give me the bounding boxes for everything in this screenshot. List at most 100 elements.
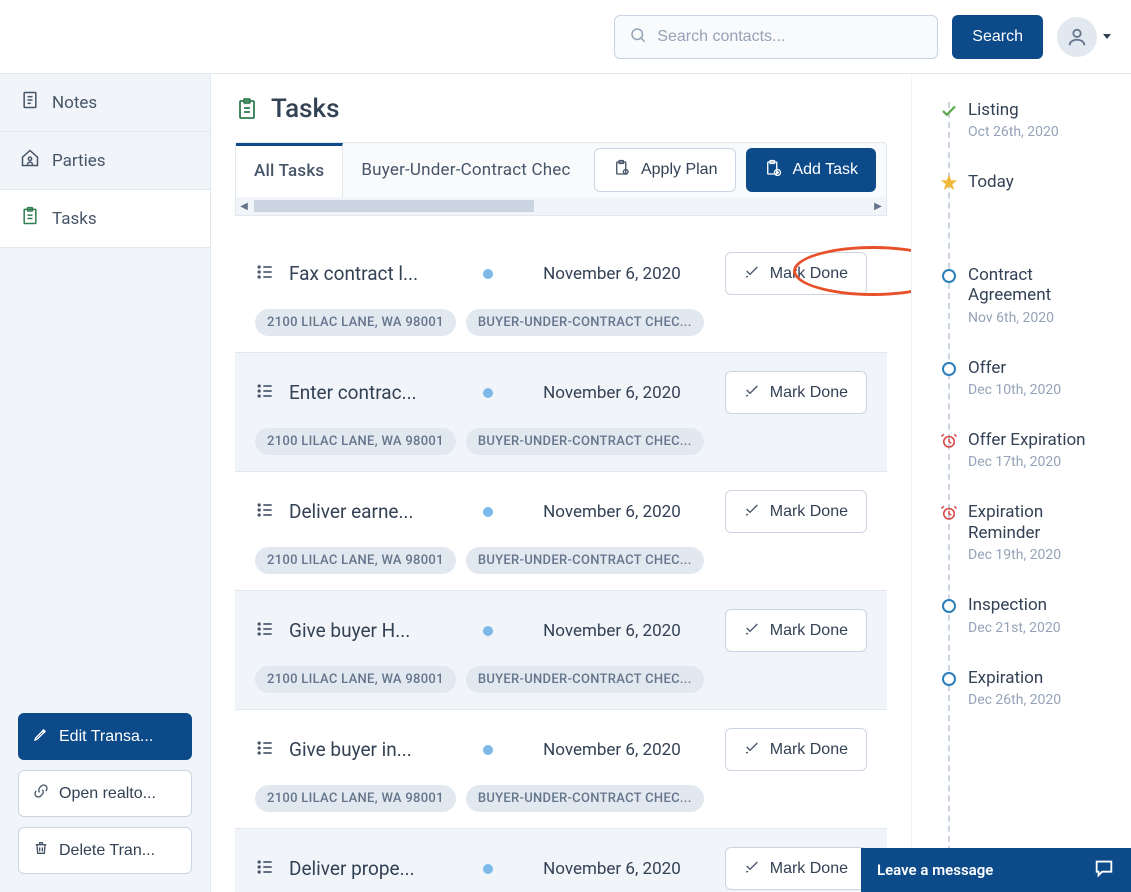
horizontal-scrollbar[interactable]: ◀ ▶ [236, 197, 886, 215]
tag[interactable]: 2100 LILAC LANE, WA 98001 [255, 309, 456, 336]
chat-icon [1093, 857, 1115, 883]
task-row[interactable]: Give buyer H... November 6, 2020 Mark Do… [235, 591, 887, 710]
sidebar-item-notes[interactable]: Notes [0, 74, 210, 132]
task-title: Deliver earne... [289, 500, 449, 523]
timeline-item[interactable]: Offer Dec 10th, 2020 [940, 358, 1119, 398]
mark-done-button[interactable]: Mark Done [725, 609, 867, 652]
tag[interactable]: 2100 LILAC LANE, WA 98001 [255, 547, 456, 574]
scroll-left-icon[interactable]: ◀ [236, 197, 252, 215]
tag[interactable]: BUYER-UNDER-CONTRACT CHEC... [466, 547, 704, 574]
status-dot [483, 864, 493, 874]
sidebar: Notes Parties Tasks Edit Transa... [0, 74, 211, 892]
user-menu[interactable] [1057, 17, 1111, 57]
timeline-date: Oct 26th, 2020 [968, 124, 1119, 140]
tag[interactable]: 2100 LILAC LANE, WA 98001 [255, 428, 456, 455]
timeline-item[interactable]: Expiration Dec 26th, 2020 [940, 668, 1119, 708]
status-dot [483, 388, 493, 398]
apply-plan-button[interactable]: Apply Plan [594, 148, 737, 192]
task-tags: 2100 LILAC LANE, WA 98001 BUYER-UNDER-CON… [255, 547, 867, 574]
tag[interactable]: BUYER-UNDER-CONTRACT CHEC... [466, 309, 704, 336]
check-icon [744, 620, 760, 641]
timeline-date: Dec 17th, 2020 [968, 454, 1119, 470]
sidebar-item-parties[interactable]: Parties [0, 132, 210, 190]
header: Search [0, 0, 1131, 74]
timeline: Listing Oct 26th, 2020 Today Contract Ag… [911, 74, 1131, 892]
button-label: Mark Done [770, 741, 848, 759]
tag[interactable]: BUYER-UNDER-CONTRACT CHEC... [466, 666, 704, 693]
search-box[interactable] [614, 15, 938, 59]
tab-all-tasks[interactable]: All Tasks [236, 143, 343, 197]
timeline-date: Dec 26th, 2020 [968, 692, 1119, 708]
tasks-icon [20, 206, 40, 231]
tag[interactable]: BUYER-UNDER-CONTRACT CHEC... [466, 428, 704, 455]
timeline-item[interactable]: Today [940, 172, 1119, 192]
add-task-button[interactable]: Add Task [746, 148, 876, 192]
status-dot [483, 507, 493, 517]
mark-done-button[interactable]: Mark Done [725, 371, 867, 414]
timeline-title: Offer Expiration [968, 430, 1119, 450]
button-label: Mark Done [770, 265, 848, 283]
task-row[interactable]: Enter contrac... November 6, 2020 Mark D… [235, 353, 887, 472]
task-row[interactable]: Give buyer in... November 6, 2020 Mark D… [235, 710, 887, 829]
timeline-marker-icon [940, 597, 958, 615]
list-icon [255, 619, 275, 643]
task-row[interactable]: Deliver earne... November 6, 2020 Mark D… [235, 472, 887, 591]
sidebar-item-label: Parties [52, 151, 106, 171]
chat-label: Leave a message [877, 861, 993, 879]
task-title: Deliver prope... [289, 857, 449, 880]
task-row[interactable]: Fax contract l... November 6, 2020 Mark … [235, 234, 887, 353]
timeline-marker-icon [940, 504, 958, 522]
tab-buyer-contract[interactable]: Buyer-Under-Contract Chec [343, 143, 588, 197]
timeline-date: Dec 19th, 2020 [968, 547, 1119, 563]
button-label: Mark Done [770, 622, 848, 640]
scroll-right-icon[interactable]: ▶ [870, 197, 886, 215]
sidebar-item-tasks[interactable]: Tasks [0, 190, 210, 248]
tag[interactable]: BUYER-UNDER-CONTRACT CHEC... [466, 785, 704, 812]
clipboard-gear-icon [613, 159, 631, 182]
delete-transaction-button[interactable]: Delete Tran... [18, 827, 192, 874]
chat-widget[interactable]: Leave a message [861, 848, 1131, 892]
search-input[interactable] [657, 28, 923, 46]
tag[interactable]: 2100 LILAC LANE, WA 98001 [255, 785, 456, 812]
check-icon [744, 501, 760, 522]
timeline-item[interactable]: Listing Oct 26th, 2020 [940, 100, 1119, 140]
task-date: November 6, 2020 [543, 502, 681, 522]
task-date: November 6, 2020 [543, 859, 681, 879]
check-icon [744, 263, 760, 284]
task-date: November 6, 2020 [543, 383, 681, 403]
clipboard-plus-icon [764, 159, 782, 182]
trash-icon [33, 840, 49, 861]
timeline-item[interactable]: Inspection Dec 21st, 2020 [940, 595, 1119, 635]
scrollbar-thumb[interactable] [254, 200, 534, 212]
task-title: Give buyer in... [289, 738, 449, 761]
mark-done-button[interactable]: Mark Done [725, 252, 867, 295]
timeline-item[interactable]: Offer Expiration Dec 17th, 2020 [940, 430, 1119, 470]
tag[interactable]: 2100 LILAC LANE, WA 98001 [255, 666, 456, 693]
status-dot [483, 626, 493, 636]
button-label: Mark Done [770, 860, 848, 878]
check-icon [744, 739, 760, 760]
mark-done-button[interactable]: Mark Done [725, 847, 867, 890]
timeline-title: Expiration [968, 668, 1119, 688]
mark-done-button[interactable]: Mark Done [725, 728, 867, 771]
timeline-marker-icon [940, 102, 958, 120]
timeline-item[interactable]: Expiration Reminder Dec 19th, 2020 [940, 502, 1119, 563]
edit-transaction-button[interactable]: Edit Transa... [18, 713, 192, 760]
timeline-marker-icon [940, 432, 958, 450]
task-date: November 6, 2020 [543, 621, 681, 641]
button-label: Add Task [792, 161, 858, 179]
timeline-item[interactable]: Contract Agreement Nov 6th, 2020 [940, 265, 1119, 326]
pencil-icon [33, 726, 49, 747]
button-label: Mark Done [770, 503, 848, 521]
task-tags: 2100 LILAC LANE, WA 98001 BUYER-UNDER-CON… [255, 309, 867, 336]
list-icon [255, 381, 275, 405]
timeline-title: Offer [968, 358, 1119, 378]
mark-done-button[interactable]: Mark Done [725, 490, 867, 533]
timeline-line [948, 102, 950, 892]
button-label: Apply Plan [641, 161, 718, 179]
list-icon [255, 738, 275, 762]
task-row[interactable]: Deliver prope... November 6, 2020 Mark D… [235, 829, 887, 892]
open-realtor-button[interactable]: Open realto... [18, 770, 192, 817]
timeline-title: Today [968, 172, 1119, 192]
search-button[interactable]: Search [952, 15, 1043, 59]
